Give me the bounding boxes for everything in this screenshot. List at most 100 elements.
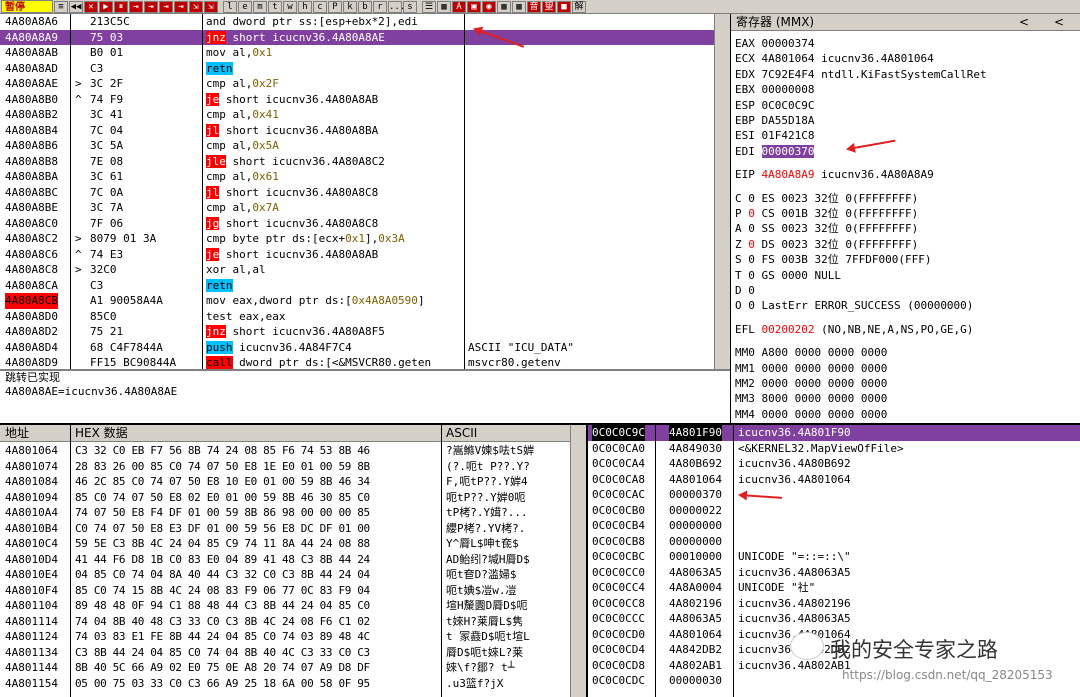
disasm-row[interactable]: 4A80A8CA C3 retn [0, 278, 714, 294]
register-row[interactable]: MM1 0000 0000 0000 0000 [735, 361, 887, 376]
register-row[interactable]: EBP DA55D18A [735, 113, 814, 128]
disassembly-pane[interactable]: 4A80A8A6 213C5C and dword ptr ss:[esp+ebx*… [0, 14, 714, 369]
register-row[interactable]: ECX 4A801064 icucnv36.4A801064 [735, 51, 934, 66]
toolbar-button[interactable]: h [298, 0, 312, 13]
disasm-row[interactable]: 4A80A8AD C3 retn [0, 61, 714, 77]
toolbar-button[interactable]: t [268, 0, 282, 13]
disassembly-scrollbar[interactable] [714, 14, 730, 369]
toolbar-button[interactable]: ▶ [99, 0, 113, 13]
stack-row[interactable]: 0C0C0CB8 00000000 [588, 534, 1080, 550]
dump-row[interactable]: 4A801124 74 03 83 E1 FE 8B 44 24 04 85 C0… [0, 629, 586, 645]
stack-row[interactable]: 0C0C0CCC 4A8063A5 icucnv36.4A8063A5 [588, 611, 1080, 627]
toolbar-button[interactable]: 望 [542, 0, 556, 13]
disasm-row[interactable]: 4A80A8D4 68 C4F7844A push icucnv36.4A84F7C… [0, 340, 714, 356]
register-row[interactable]: EAX 00000374 [735, 36, 814, 51]
toolbar-button[interactable]: ≡ [54, 0, 68, 13]
toolbar-button[interactable]: c [313, 0, 327, 13]
register-row[interactable]: O 0 LastErr ERROR_SUCCESS (00000000) [735, 298, 973, 313]
stack-row[interactable]: 0C0C0CB0 00000022 [588, 503, 1080, 519]
toolbar-button[interactable]: A [452, 0, 466, 13]
disasm-row[interactable]: 4A80A8C8 >32C0 xor al,al [0, 262, 714, 278]
disasm-row[interactable]: 4A80A8B8 7E 08 jle short icucnv36.4A80A8C2 [0, 154, 714, 170]
toolbar-button[interactable]: ■ [557, 0, 571, 13]
dump-row[interactable]: 4A8010D4 41 44 F6 D8 1B C0 83 E0 04 89 41… [0, 552, 586, 568]
register-row[interactable]: MM2 0000 0000 0000 0000 [735, 376, 887, 391]
register-row[interactable]: Z 0 DS 0023 32位 0(FFFFFFFF) [735, 237, 918, 252]
toolbar-button[interactable]: ☰ [422, 0, 436, 13]
disasm-row[interactable]: 4A80A8B4 7C 04 jl short icucnv36.4A80A8BA [0, 123, 714, 139]
register-row[interactable]: A 0 SS 0023 32位 0(FFFFFFFF) [735, 221, 918, 236]
register-row[interactable]: ESP 0C0C0C9C [735, 98, 814, 113]
registers-pane[interactable]: 寄存器 (MMX) < < EAX 00000374 ECX 4A801064 i… [731, 14, 1080, 423]
toolbar-button[interactable]: ⇥ [129, 0, 143, 13]
toolbar-button[interactable]: l [223, 0, 237, 13]
toolbar-button[interactable]: P [328, 0, 342, 13]
memory-dump-pane[interactable]: 地址 HEX 数据 ASCII 4A801064 C3 32 C0 EB F7 5… [0, 425, 586, 697]
toolbar-button[interactable]: ⇥ [144, 0, 158, 13]
stack-row[interactable]: 0C0C0CA8 4A801064 icucnv36.4A801064 [588, 472, 1080, 488]
register-row[interactable]: S 0 FS 003B 32位 7FFDF000(FFF) [735, 252, 931, 267]
dump-row[interactable]: 4A801104 89 48 48 0F 94 C1 88 48 44 C3 8B… [0, 598, 586, 614]
toolbar-button[interactable]: b [358, 0, 372, 13]
dump-row[interactable]: 4A801144 8B 40 5C 66 A9 02 E0 75 0E A8 20… [0, 660, 586, 676]
disasm-row[interactable]: 4A80A8AE >3C 2F cmp al,0x2F [0, 76, 714, 92]
dump-row[interactable]: 4A8010A4 74 07 50 E8 F4 DF 01 00 59 8B 86… [0, 505, 586, 521]
dump-row[interactable]: 4A8010F4 85 C0 74 15 8B 4C 24 08 83 F9 06… [0, 583, 586, 599]
stack-row[interactable]: 0C0C0CAC 00000370 [588, 487, 1080, 503]
disasm-row[interactable]: 4A80A8C0 7F 06 jg short icucnv36.4A80A8C8 [0, 216, 714, 232]
toolbar-button[interactable]: k [343, 0, 357, 13]
disasm-row[interactable]: 4A80A8D0 85C0 test eax,eax [0, 309, 714, 325]
register-row[interactable]: EBX 00000008 [735, 82, 814, 97]
toolbar-button[interactable]: 音 [527, 0, 541, 13]
dump-row[interactable]: 4A8010B4 C0 74 07 50 E8 E3 DF 01 00 59 56… [0, 521, 586, 537]
register-row[interactable]: D 0 [735, 283, 755, 298]
dump-row[interactable]: 4A8010E4 04 85 C0 74 04 8A 40 44 C3 32 C0… [0, 567, 586, 583]
stack-row[interactable]: 0C0C0CA4 4A80B692 icucnv36.4A80B692 [588, 456, 1080, 472]
dump-row[interactable]: 4A8010C4 59 5E C3 8B 4C 24 04 85 C9 74 11… [0, 536, 586, 552]
dump-row[interactable]: 4A801094 85 C0 74 07 50 E8 02 E0 01 00 59… [0, 490, 586, 506]
registers-next-button[interactable]: < [1054, 14, 1064, 31]
toolbar-button[interactable]: ◀◀ [69, 0, 83, 13]
disasm-row[interactable]: 4A80A8C2 >8079 01 3A cmp byte ptr ds:[ecx+… [0, 231, 714, 247]
disasm-row[interactable]: 4A80A8BA 3C 61 cmp al,0x61 [0, 169, 714, 185]
register-row[interactable]: P 0 CS 001B 32位 0(FFFFFFFF) [735, 206, 918, 221]
register-row[interactable]: MM3 8000 0000 0000 0000 [735, 391, 887, 406]
dump-header-address[interactable]: 地址 [5, 425, 29, 442]
register-row[interactable]: ESI 01F421C8 [735, 128, 814, 143]
disasm-row[interactable]: 4A80A8B2 3C 41 cmp al,0x41 [0, 107, 714, 123]
dump-row[interactable]: 4A801074 28 83 26 00 85 C0 74 07 50 E8 1E… [0, 459, 586, 475]
toolbar-button[interactable]: r [373, 0, 387, 13]
toolbar-button[interactable]: ⇲ [189, 0, 203, 13]
stack-row[interactable]: 0C0C0CA0 4A849030 <&KERNEL32.MapViewOfFile… [588, 441, 1080, 457]
disasm-row[interactable]: 4A80A8B6 3C 5A cmp al,0x5A [0, 138, 714, 154]
stack-row[interactable]: 0C0C0C9C 4A801F90 icucnv36.4A801F90 [588, 425, 1080, 441]
disasm-row[interactable]: 4A80A8CB A1 90058A4A mov eax,dword ptr ds:… [0, 293, 714, 309]
stack-row[interactable]: 0C0C0CBC 00010000 UNICODE "=::=::\" [588, 549, 1080, 565]
disasm-row[interactable]: 4A80A8A9 75 03 jnz short icucnv36.4A80A8AE [0, 29, 714, 45]
stack-row[interactable]: 0C0C0CC4 4A8A0004 UNICODE "社" [588, 580, 1080, 596]
toolbar-button[interactable]: 解 [572, 0, 586, 13]
register-row[interactable]: C 0 ES 0023 32位 0(FFFFFFFF) [735, 191, 918, 206]
disasm-row[interactable]: 4A80A8BE 3C 7A cmp al,0x7A [0, 200, 714, 216]
toolbar-button[interactable]: w [283, 0, 297, 13]
toolbar-button[interactable]: ⇥ [174, 0, 188, 13]
disasm-row[interactable]: 4A80A8D2 75 21 jnz short icucnv36.4A80A8F5 [0, 324, 714, 340]
register-row[interactable]: MM0 A800 0000 0000 0000 [735, 345, 887, 360]
toolbar-button[interactable]: ⇥ [159, 0, 173, 13]
toolbar-button[interactable]: e [238, 0, 252, 13]
register-row[interactable]: EDX 7C92E4F4 ntdll.KiFastSystemCallRet [735, 67, 987, 82]
dump-scrollbar[interactable] [570, 425, 586, 697]
stack-row[interactable]: 0C0C0CC0 4A8063A5 icucnv36.4A8063A5 [588, 565, 1080, 581]
toolbar-button[interactable]: ... [388, 0, 405, 13]
register-row[interactable]: EDI 00000370 [735, 144, 815, 159]
register-row[interactable]: EFL 00200202 (NO,NB,NE,A,NS,PO,GE,G) [735, 322, 973, 337]
disasm-row[interactable]: 4A80A8A6 213C5C and dword ptr ss:[esp+ebx*… [0, 14, 714, 30]
toolbar-button[interactable]: ▦ [512, 0, 526, 13]
dump-row[interactable]: 4A801084 46 2C 85 C0 74 07 50 E8 10 E0 01… [0, 474, 586, 490]
toolbar-button[interactable]: ▣ [467, 0, 481, 13]
register-row[interactable]: EIP 4A80A8A9 icucnv36.4A80A8A9 [735, 167, 934, 182]
toolbar-button[interactable]: ⇲ [204, 0, 218, 13]
disasm-row[interactable]: 4A80A8D9 FF15 BC90844A call dword ptr ds:[… [0, 355, 714, 369]
register-row[interactable]: MM4 0000 0000 0000 0000 [735, 407, 887, 422]
dump-row[interactable]: 4A801114 74 04 8B 40 48 C3 33 C0 C3 8B 4C… [0, 614, 586, 630]
